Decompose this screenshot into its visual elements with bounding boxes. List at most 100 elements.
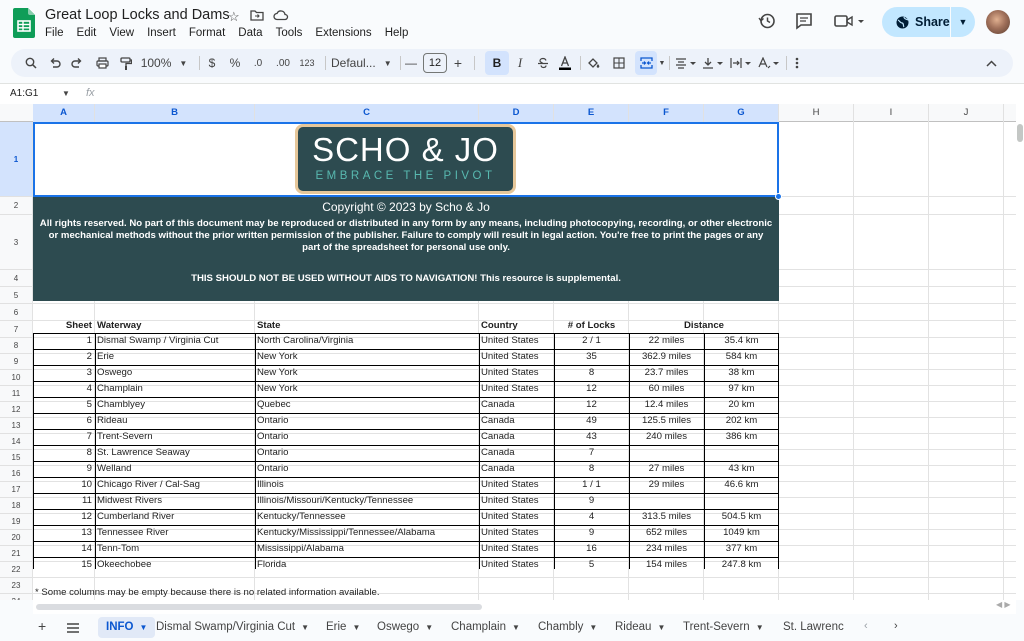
cell-distance-miles[interactable]: 60 miles — [629, 381, 704, 397]
scroll-arrows-icon[interactable]: ◀ ▶ — [996, 600, 1011, 609]
cell-distance-km[interactable]: 202 km — [704, 413, 779, 429]
cell-distance-km[interactable]: 584 km — [704, 349, 779, 365]
cell-sheet-number[interactable]: 8 — [33, 445, 94, 461]
fill-color-icon[interactable] — [586, 54, 602, 72]
sheet-tab-menu-icon[interactable]: ▼ — [352, 623, 360, 632]
cell-sheet-number[interactable]: 14 — [33, 541, 94, 557]
sheet-tab[interactable]: Trent-Severn ▼ — [683, 617, 764, 638]
cell-lock-count[interactable]: 9 — [554, 525, 629, 541]
cell-distance-km[interactable]: 20 km — [704, 397, 779, 413]
cell-distance-miles[interactable]: 12.4 miles — [629, 397, 704, 413]
undo-icon[interactable] — [47, 54, 63, 72]
cell-state[interactable]: Quebec — [255, 397, 478, 413]
cell-distance-miles[interactable]: 313.5 miles — [629, 509, 704, 525]
cell-distance-km[interactable]: 504.5 km — [704, 509, 779, 525]
cell-country[interactable]: Canada — [479, 397, 553, 413]
cell-waterway[interactable]: Cumberland River — [95, 509, 254, 525]
cell-lock-count[interactable]: 35 — [554, 349, 629, 365]
cell-lock-count[interactable]: 12 — [554, 397, 629, 413]
more-options-icon[interactable] — [792, 54, 802, 72]
row-header-16[interactable]: 16 — [0, 466, 33, 482]
merge-cells-icon[interactable] — [635, 51, 657, 75]
cell-sheet-number[interactable]: 9 — [33, 461, 94, 477]
cell-distance-km[interactable]: 1049 km — [704, 525, 779, 541]
collapse-toolbar-icon[interactable] — [984, 54, 998, 72]
more-formats-button[interactable]: 123 — [297, 54, 317, 72]
cell-distance-miles[interactable]: 125.5 miles — [629, 413, 704, 429]
cell-state[interactable]: New York — [255, 381, 478, 397]
increase-decimal-button[interactable]: .00 — [273, 54, 293, 72]
cell-distance-miles[interactable]: 154 miles — [629, 557, 704, 573]
cell-waterway[interactable]: Erie — [95, 349, 254, 365]
cell-sheet-number[interactable]: 13 — [33, 525, 94, 541]
cell-distance-miles[interactable]: 240 miles — [629, 429, 704, 445]
paint-format-icon[interactable] — [118, 54, 134, 72]
zoom-select[interactable]: 100% ▼ — [141, 54, 188, 72]
cell-state[interactable]: Mississippi/Alabama — [255, 541, 478, 557]
fill-handle[interactable] — [775, 193, 782, 200]
row-header-18[interactable]: 18 — [0, 498, 33, 514]
search-menus-icon[interactable] — [23, 54, 39, 72]
cell-country[interactable]: Canada — [479, 413, 553, 429]
header-locks[interactable]: # of Locks — [554, 318, 629, 334]
cell-sheet-number[interactable]: 4 — [33, 381, 94, 397]
row-header-11[interactable]: 11 — [0, 386, 33, 402]
cell-lock-count[interactable]: 49 — [554, 413, 629, 429]
column-header-f[interactable]: F — [629, 104, 704, 122]
cell-country[interactable]: United States — [479, 381, 553, 397]
column-header-b[interactable]: B — [95, 104, 255, 122]
menu-help[interactable]: Help — [385, 27, 413, 39]
row-header-6[interactable]: 6 — [0, 304, 33, 321]
cell-distance-km[interactable]: 38 km — [704, 365, 779, 381]
cell-lock-count[interactable]: 5 — [554, 557, 629, 573]
cell-state[interactable]: Illinois/Missouri/Kentucky/Tennessee — [255, 493, 478, 509]
cell-lock-count[interactable]: 9 — [554, 493, 629, 509]
cell-state[interactable]: Florida — [255, 557, 478, 573]
cell-state[interactable]: Kentucky/Mississippi/Tennessee/Alabama — [255, 525, 478, 541]
share-button[interactable]: Share ▼ — [882, 7, 975, 37]
print-icon[interactable] — [94, 54, 110, 72]
italic-button[interactable]: I — [513, 54, 527, 72]
horizontal-scroll-thumb[interactable] — [36, 604, 482, 610]
cell-sheet-number[interactable]: 15 — [33, 557, 94, 573]
row-header-24[interactable]: 24 — [0, 594, 33, 600]
cell-waterway[interactable]: St. Lawrence Seaway — [95, 445, 254, 461]
text-rotation-icon[interactable] — [757, 54, 781, 72]
cell-state[interactable]: Ontario — [255, 461, 478, 477]
sheet-tab[interactable]: INFO ▼ — [98, 617, 156, 638]
bold-button[interactable]: B — [485, 51, 509, 75]
cell-sheet-number[interactable]: 7 — [33, 429, 94, 445]
cell-state[interactable]: New York — [255, 365, 478, 381]
cell-waterway[interactable]: Dismal Swamp / Virginia Cut — [95, 333, 254, 349]
cell-distance-miles[interactable]: 23.7 miles — [629, 365, 704, 381]
row-header-21[interactable]: 21 — [0, 546, 33, 562]
cell-waterway[interactable]: Tenn-Tom — [95, 541, 254, 557]
cell-waterway[interactable]: Chicago River / Cal-Sag — [95, 477, 254, 493]
name-box-dropdown-icon[interactable]: ▼ — [62, 89, 70, 98]
sheets-logo-icon[interactable] — [13, 8, 35, 38]
cell-state[interactable]: Kentucky/Tennessee — [255, 509, 478, 525]
cell-distance-km[interactable]: 377 km — [704, 541, 779, 557]
row-header-15[interactable]: 15 — [0, 450, 33, 466]
all-sheets-icon[interactable] — [67, 620, 79, 636]
cell-distance-miles[interactable]: 234 miles — [629, 541, 704, 557]
cell-state[interactable]: New York — [255, 349, 478, 365]
cell-distance-km[interactable]: 46.6 km — [704, 477, 779, 493]
cell-state[interactable]: Ontario — [255, 413, 478, 429]
column-header-c[interactable]: C — [255, 104, 479, 122]
sheet-grid[interactable]: ABCDEFGHIJ 1 2 3 4 5 6 7 8 9 10 11 12 13 14 15 16 17 18 19… — [0, 104, 1016, 600]
cell-waterway[interactable]: Midwest Rivers — [95, 493, 254, 509]
currency-format-button[interactable]: $ — [205, 54, 219, 72]
cell-state[interactable]: Ontario — [255, 445, 478, 461]
cell-distance-km[interactable]: 247.8 km — [704, 557, 779, 573]
add-sheet-icon[interactable]: + — [38, 618, 46, 634]
font-size-increase-button[interactable]: + — [452, 54, 464, 72]
star-icon[interactable]: ☆ — [228, 9, 240, 25]
cell-country[interactable]: United States — [479, 557, 553, 573]
cell-waterway[interactable]: Trent-Severn — [95, 429, 254, 445]
cell-distance-miles[interactable]: 27 miles — [629, 461, 704, 477]
cell-sheet-number[interactable]: 1 — [33, 333, 94, 349]
cell-distance-km[interactable] — [704, 493, 779, 509]
menu-extensions[interactable]: Extensions — [315, 27, 375, 39]
font-size-decrease-button[interactable]: — — [405, 54, 417, 72]
